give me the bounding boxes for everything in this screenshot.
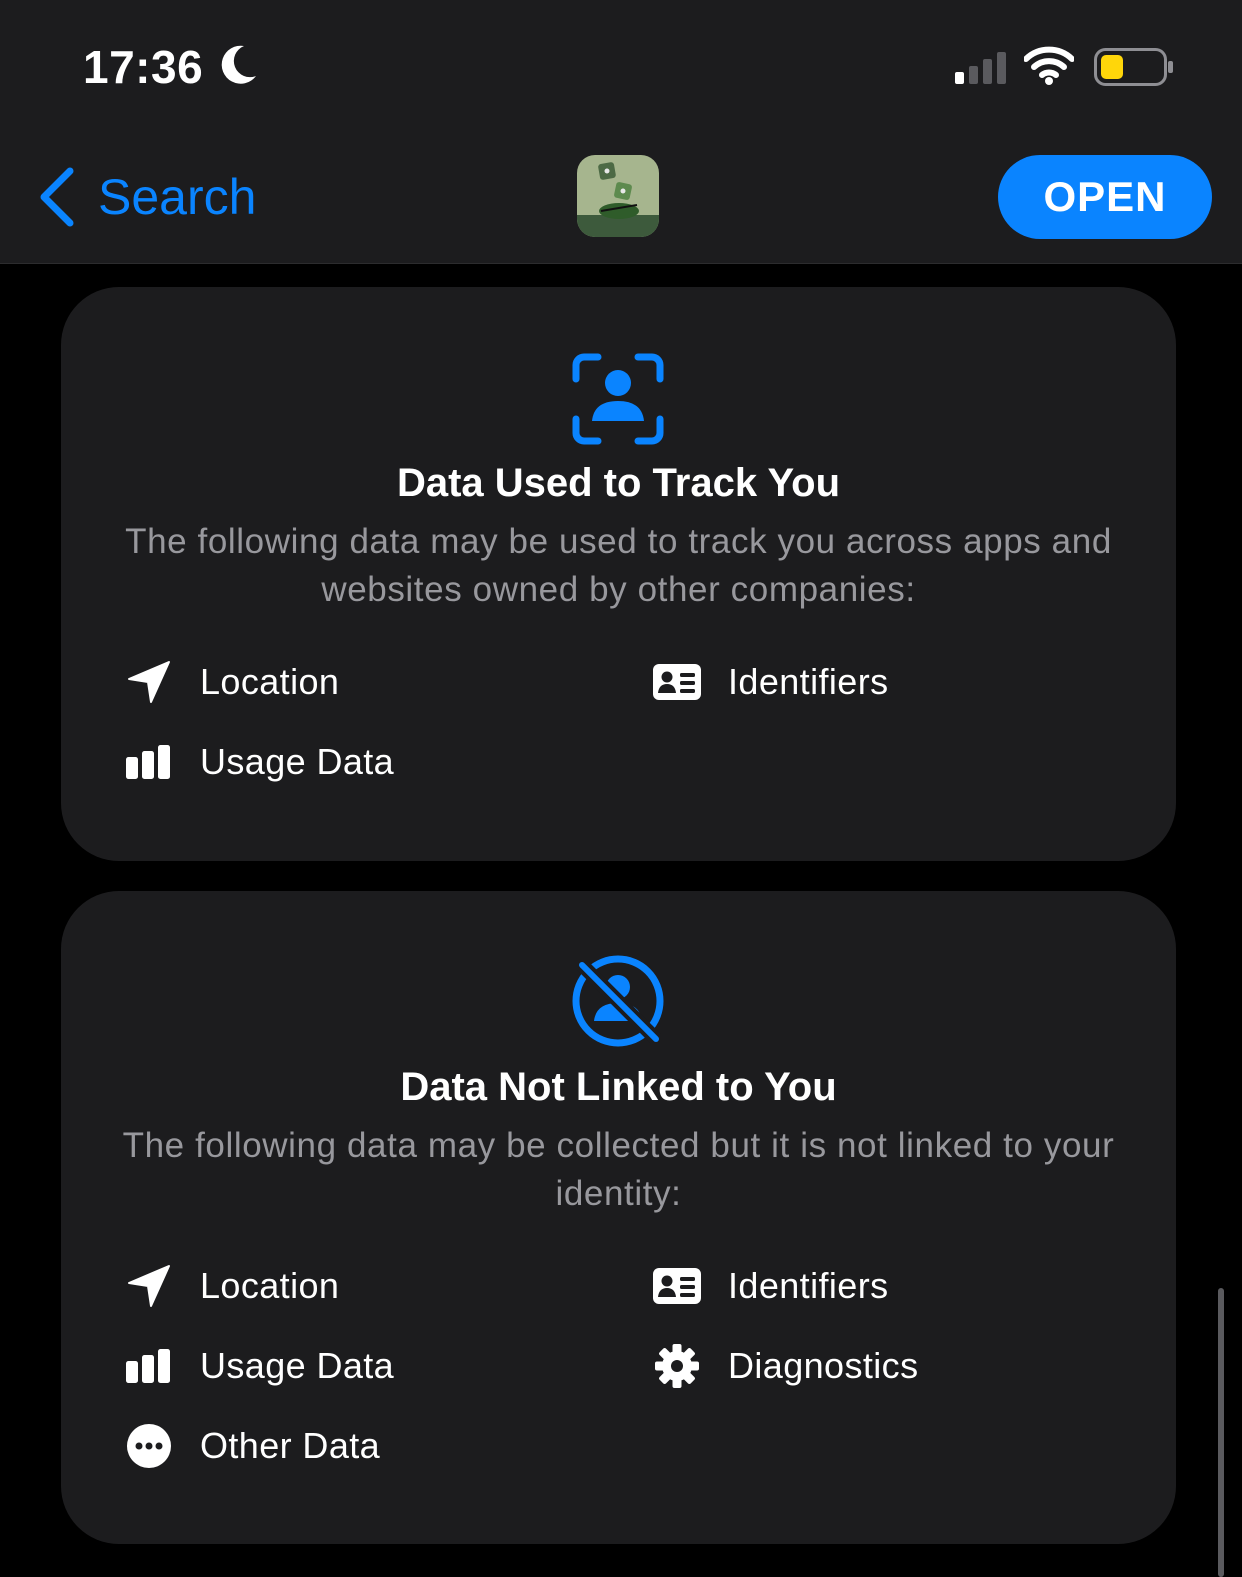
data-item-usage-data: Usage Data (124, 734, 394, 790)
scrollbar[interactable] (1218, 1288, 1224, 1577)
back-button[interactable]: Search (38, 162, 256, 232)
battery-icon (1094, 48, 1173, 86)
back-label: Search (98, 169, 257, 225)
data-item-other-data: Other Data (124, 1418, 380, 1474)
moon-icon (221, 45, 256, 84)
open-button[interactable]: OPEN (998, 155, 1212, 239)
data-item-diagnostics: Diagnostics (652, 1338, 918, 1394)
person-viewfinder-icon (572, 353, 664, 445)
tracking-data-card: Data Used to Track You The following dat… (61, 287, 1176, 861)
bar-chart-icon (124, 737, 174, 787)
card-title: Data Not Linked to You (400, 1065, 837, 1109)
id-card-icon (652, 1261, 702, 1311)
data-item-identifiers: Identifiers (652, 1258, 888, 1314)
card-description: The following data may be used to track … (125, 522, 1112, 609)
status-time: 17:36 (83, 41, 204, 93)
data-item-identifiers: Identifiers (652, 654, 888, 710)
chevron-left-icon (40, 167, 74, 227)
ellipsis-circle-icon (124, 1421, 174, 1471)
location-arrow-icon (124, 1261, 174, 1311)
data-item-location: Location (124, 654, 339, 710)
wifi-icon (1024, 46, 1074, 85)
not-linked-data-card: Data Not Linked to You The following dat… (61, 891, 1176, 1544)
data-item-usage-data: Usage Data (124, 1338, 394, 1394)
app-icon (577, 155, 659, 237)
person-crossed-icon (572, 955, 664, 1047)
navigation-header: 17:36 Search OPEN (0, 0, 1242, 264)
location-arrow-icon (124, 657, 174, 707)
data-item-location: Location (124, 1258, 339, 1314)
gear-icon (652, 1341, 702, 1391)
bar-chart-icon (124, 1341, 174, 1391)
cellular-signal-icon (955, 52, 1006, 84)
id-card-icon (652, 657, 702, 707)
card-description: The following data may be collected but … (122, 1126, 1115, 1213)
card-title: Data Used to Track You (396, 461, 841, 505)
